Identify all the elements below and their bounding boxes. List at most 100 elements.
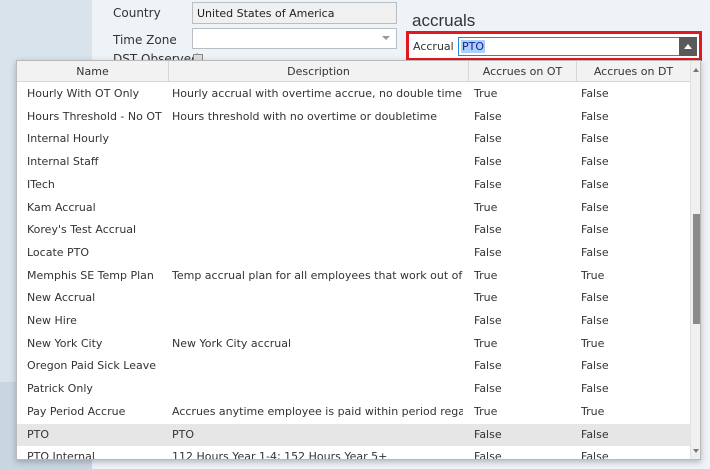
- cell-name: Locate PTO: [27, 245, 90, 259]
- cell-description: PTO: [172, 427, 195, 441]
- cell-name: Hourly With OT Only: [27, 87, 140, 100]
- timezone-label: Time Zone: [113, 33, 177, 47]
- cell-accrues-on-dt: False: [581, 87, 609, 100]
- cell-description: 112 Hours Year 1-4; 152 Hours Year 5+: [172, 450, 388, 460]
- table-row[interactable]: New York City New York City accrual True Tr…: [17, 333, 690, 356]
- table-row[interactable]: Internal Staff False False: [17, 151, 690, 174]
- cell-accrues-on-ot: False: [474, 450, 502, 460]
- cell-name: PTO: [27, 427, 50, 441]
- cell-name: PTO Internal: [27, 450, 95, 460]
- cell-name: New Accrual: [27, 291, 96, 305]
- table-row[interactable]: Hours Threshold - No OT Hours threshold w…: [17, 106, 690, 129]
- cell-description: Hourly accrual with overtime accrue, no …: [172, 87, 463, 100]
- cell-name: New Hire: [27, 314, 77, 327]
- cell-accrues-on-dt: True: [581, 268, 605, 282]
- cell-accrues-on-ot: True: [474, 404, 498, 418]
- cell-name: Memphis SE Temp Plan: [27, 268, 154, 282]
- country-field[interactable]: United States of America: [192, 2, 397, 24]
- cell-accrues-on-dt: False: [581, 109, 609, 123]
- cell-accrues-on-ot: False: [474, 177, 502, 191]
- timezone-select[interactable]: [192, 28, 397, 49]
- accrual-label: Accrual: [413, 40, 454, 53]
- cell-accrues-on-dt: False: [581, 359, 609, 373]
- cell-description: [172, 242, 463, 265]
- cell-description: [172, 378, 463, 401]
- column-header-description[interactable]: Description: [169, 61, 469, 82]
- cell-accrues-on-ot: True: [474, 268, 498, 282]
- cell-accrues-on-ot: False: [474, 382, 502, 396]
- cell-accrues-on-ot: False: [474, 132, 502, 146]
- cell-accrues-on-dt: True: [581, 336, 605, 350]
- cell-accrues-on-ot: False: [474, 109, 502, 123]
- column-header-accrues-on-dt[interactable]: Accrues on DT: [577, 61, 690, 82]
- table-row[interactable]: Memphis SE Temp Plan Temp accrual plan fo…: [17, 265, 690, 288]
- cell-name: Internal Hourly: [27, 132, 109, 146]
- cell-accrues-on-dt: False: [581, 223, 609, 237]
- table-row[interactable]: Pay Period Accrue Accrues anytime employe…: [17, 401, 690, 424]
- cell-accrues-on-dt: False: [581, 177, 609, 191]
- grid-header: Name Description Accrues on OT Accrues o…: [17, 61, 690, 82]
- cell-name: Korey's Test Accrual: [27, 223, 137, 237]
- cell-accrues-on-ot: False: [474, 223, 502, 237]
- table-row[interactable]: PTO Internal 112 Hours Year 1-4; 152 Hour…: [17, 446, 690, 460]
- cell-accrues-on-dt: False: [581, 132, 609, 146]
- table-row[interactable]: New Hire False False: [17, 310, 690, 333]
- cell-accrues-on-ot: True: [474, 291, 498, 305]
- cell-description: [172, 128, 463, 151]
- cell-description: [172, 151, 463, 174]
- table-row[interactable]: Kam Accrual True False: [17, 197, 690, 220]
- chevron-down-icon: [382, 36, 390, 40]
- cell-accrues-on-ot: False: [474, 155, 502, 169]
- cell-name: ITech: [27, 177, 55, 191]
- cell-accrues-on-ot: False: [474, 427, 502, 441]
- cell-accrues-on-dt: False: [581, 427, 609, 441]
- cell-description: New York City accrual: [172, 336, 292, 350]
- accrual-selector: Accrual PTO: [406, 31, 702, 61]
- accrual-dropdown-grid: Name Description Accrues on OT Accrues o…: [16, 60, 701, 460]
- table-row[interactable]: Korey's Test Accrual False False: [17, 219, 690, 242]
- table-row[interactable]: New Accrual True False: [17, 287, 690, 310]
- scroll-up-icon[interactable]: [693, 68, 699, 72]
- section-title: accruals: [412, 11, 476, 30]
- column-header-name[interactable]: Name: [17, 61, 169, 82]
- cell-description: [172, 197, 463, 220]
- cell-accrues-on-ot: True: [474, 200, 498, 214]
- column-header-accrues-on-ot[interactable]: Accrues on OT: [469, 61, 577, 82]
- vertical-scrollbar[interactable]: [690, 61, 700, 459]
- table-row[interactable]: PTO PTO False False: [17, 423, 690, 447]
- cell-description: [172, 219, 463, 242]
- accrual-value: PTO: [461, 40, 486, 53]
- cell-accrues-on-dt: False: [581, 314, 609, 327]
- table-row[interactable]: Patrick Only False False: [17, 378, 690, 401]
- cell-accrues-on-ot: False: [474, 359, 502, 373]
- cell-description: [172, 355, 463, 378]
- country-label: Country: [113, 6, 161, 20]
- cell-name: Oregon Paid Sick Leave: [27, 359, 156, 373]
- cell-name: Internal Staff: [27, 155, 99, 169]
- cell-accrues-on-ot: False: [474, 245, 502, 259]
- cell-description: [172, 287, 463, 310]
- cell-accrues-on-dt: False: [581, 200, 609, 214]
- scroll-down-icon[interactable]: [693, 449, 699, 453]
- cell-name: Kam Accrual: [27, 200, 96, 214]
- cell-description: [172, 174, 463, 197]
- table-row[interactable]: ITech False False: [17, 174, 690, 197]
- cell-accrues-on-dt: False: [581, 155, 609, 169]
- cell-name: Hours Threshold - No OT: [27, 109, 162, 123]
- cell-accrues-on-ot: False: [474, 314, 502, 327]
- dropdown-toggle-button[interactable]: [679, 37, 697, 56]
- grid-body: Hourly With OT Only Hourly accrual with o…: [17, 82, 690, 460]
- cell-description: Temp accrual plan for all employees that…: [172, 268, 463, 282]
- table-row[interactable]: Internal Hourly False False: [17, 128, 690, 151]
- table-row[interactable]: Hourly With OT Only Hourly accrual with o…: [17, 83, 690, 106]
- cell-accrues-on-dt: False: [581, 245, 609, 259]
- cell-description: Hours threshold with no overtime or doub…: [172, 109, 438, 123]
- cell-accrues-on-dt: False: [581, 382, 609, 396]
- cell-accrues-on-dt: False: [581, 450, 609, 460]
- table-row[interactable]: Locate PTO False False: [17, 242, 690, 265]
- cell-accrues-on-ot: True: [474, 87, 498, 100]
- cell-name: Pay Period Accrue: [27, 404, 126, 418]
- accrual-input[interactable]: PTO: [458, 37, 680, 56]
- scrollbar-thumb[interactable]: [693, 214, 700, 324]
- table-row[interactable]: Oregon Paid Sick Leave False False: [17, 355, 690, 378]
